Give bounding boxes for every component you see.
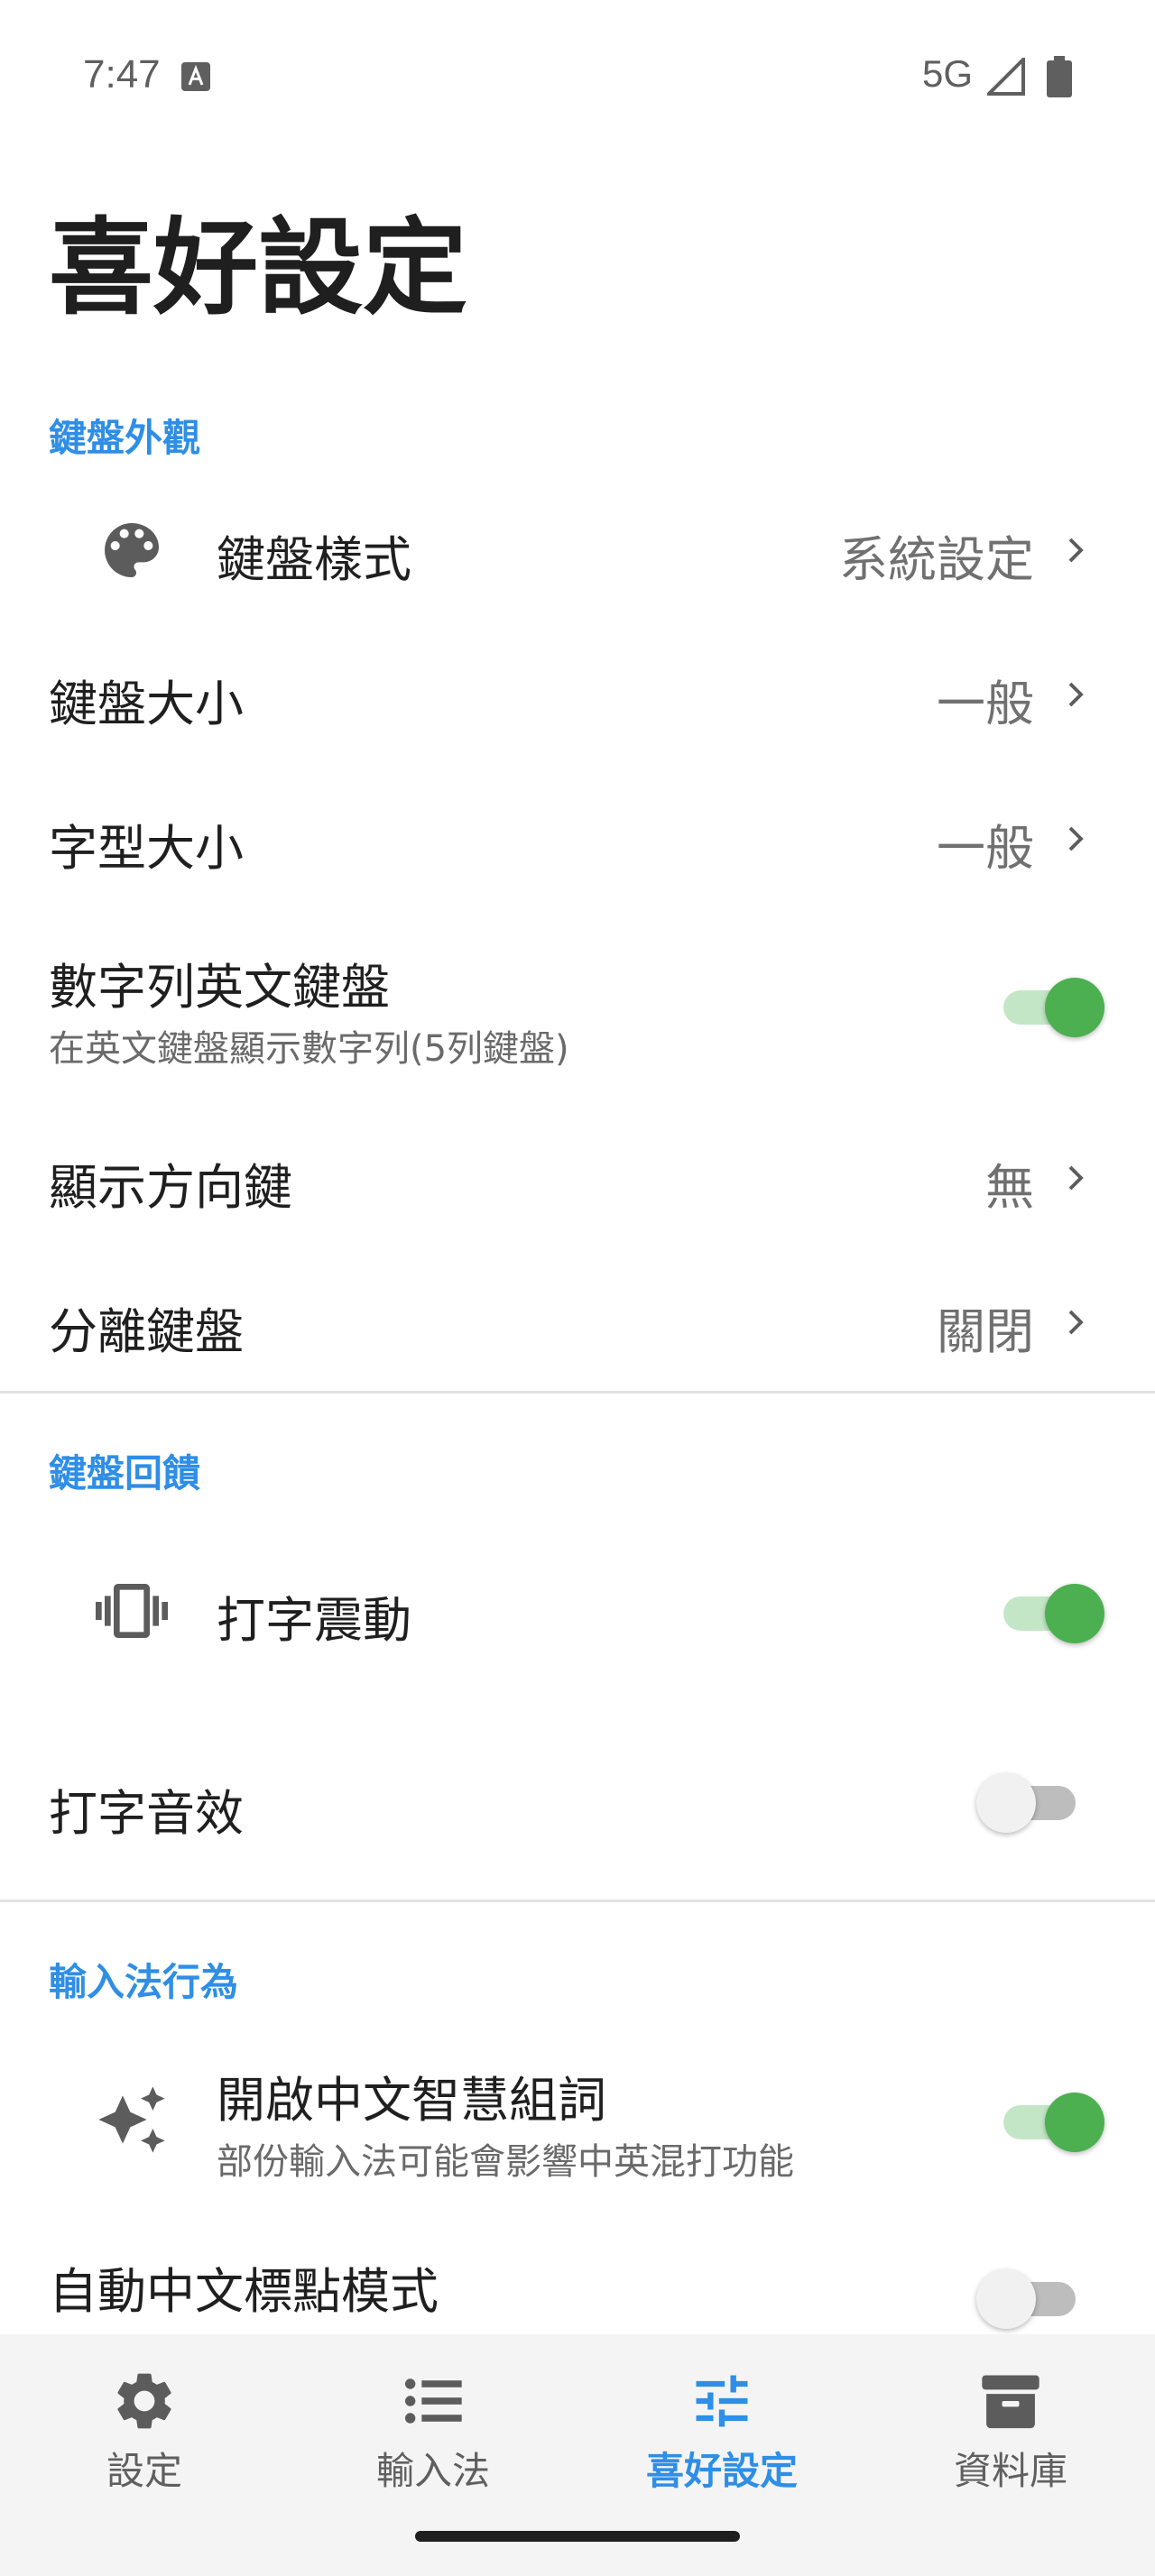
keyboard-size-value: 一般: [937, 676, 1034, 732]
smart-phrase-title: 開啟中文智慧組詞: [217, 2072, 606, 2129]
gear-icon: [117, 2373, 171, 2429]
nav-label: 輸入法: [375, 2449, 490, 2493]
smart-phrase-toggle[interactable]: [994, 2084, 1104, 2156]
battery-icon: [1047, 56, 1072, 97]
nav-item-preferences[interactable]: 喜好設定: [578, 2334, 866, 2542]
keyboard-style-title: 鍵盤樣式: [217, 531, 411, 588]
typing-vibration-row[interactable]: 打字震動: [0, 1539, 1155, 1683]
nav-item-input-methods[interactable]: 輸入法: [289, 2334, 578, 2542]
sliders-icon: [696, 2375, 748, 2427]
section-divider: [0, 1391, 1155, 1394]
nav-label: 資料庫: [953, 2449, 1067, 2493]
typing-vibration-toggle[interactable]: [994, 1575, 1104, 1647]
keyboard-size-title: 鍵盤大小: [49, 676, 244, 732]
split-keyboard-value: 關閉: [937, 1303, 1034, 1360]
split-keyboard-title: 分離鍵盤: [49, 1303, 244, 1360]
chevron-right-icon: [1068, 538, 1084, 563]
auto-punctuation-row[interactable]: 自動中文標點模式: [0, 2228, 1155, 2334]
chevron-right-icon: [1068, 1165, 1084, 1191]
arrow-keys-value: 無: [985, 1159, 1034, 1216]
toggle-thumb: [976, 2269, 1036, 2329]
smart-phrase-row[interactable]: 開啟中文智慧組詞 部份輸入法可能會影響中英混打功能: [0, 2033, 1155, 2213]
keyboard-style-row[interactable]: 鍵盤樣式 系統設定: [0, 487, 1155, 613]
keyboard-notification-icon: [181, 62, 210, 91]
typing-sound-row[interactable]: 打字音效: [0, 1732, 1155, 1876]
nav-label: 喜好設定: [645, 2449, 798, 2493]
arrow-keys-title: 顯示方向鍵: [49, 1159, 292, 1216]
status-time: 7:47: [83, 52, 161, 97]
toggle-thumb: [1045, 978, 1104, 1037]
arrow-keys-row[interactable]: 顯示方向鍵 無: [0, 1115, 1155, 1241]
nav-item-database[interactable]: 資料庫: [866, 2334, 1155, 2542]
auto-punctuation-toggle[interactable]: [976, 2260, 1085, 2332]
keyboard-style-value: 系統設定: [839, 531, 1034, 588]
number-row-toggle[interactable]: [994, 969, 1104, 1041]
smart-phrase-subtitle: 部份輸入法可能會影響中英混打功能: [217, 2141, 794, 2183]
vibration-icon: [96, 1584, 168, 1638]
font-size-title: 字型大小: [49, 820, 244, 877]
section-divider: [0, 1900, 1155, 1902]
auto-punctuation-title: 自動中文標點模式: [49, 2263, 439, 2320]
archive-icon: [982, 2375, 1040, 2429]
page-title: 喜好設定: [49, 207, 467, 329]
font-size-row[interactable]: 字型大小 一般: [0, 776, 1155, 902]
section-header-behavior: 輸入法行為: [49, 1960, 239, 2004]
toggle-thumb: [1045, 1584, 1104, 1643]
keyboard-size-row[interactable]: 鍵盤大小 一般: [0, 631, 1155, 758]
section-header-appearance: 鍵盤外觀: [49, 416, 201, 460]
toggle-thumb: [976, 1773, 1036, 1833]
list-icon: [404, 2378, 462, 2424]
nav-label: 設定: [106, 2449, 182, 2493]
typing-sound-title: 打字音效: [49, 1785, 244, 1842]
chevron-right-icon: [1068, 682, 1084, 707]
home-indicator[interactable]: [415, 2531, 740, 2542]
number-row-keyboard-row[interactable]: 數字列英文鍵盤 在英文鍵盤顯示數字列(5列鍵盤): [0, 920, 1155, 1100]
number-row-title: 數字列英文鍵盤: [49, 959, 390, 1016]
network-type: 5G: [922, 52, 974, 95]
sparkle-icon: [98, 2086, 165, 2153]
split-keyboard-row[interactable]: 分離鍵盤 關閉: [0, 1259, 1155, 1385]
chevron-right-icon: [1068, 826, 1084, 851]
status-bar: 7:47 5G: [0, 0, 1155, 153]
typing-vibration-title: 打字震動: [217, 1592, 411, 1649]
chevron-right-icon: [1068, 1310, 1084, 1335]
toggle-thumb: [1045, 2093, 1104, 2152]
font-size-value: 一般: [937, 820, 1034, 877]
nav-item-settings[interactable]: 設定: [0, 2334, 289, 2542]
palette-icon: [105, 523, 159, 577]
number-row-subtitle: 在英文鍵盤顯示數字列(5列鍵盤): [49, 1028, 569, 1070]
typing-sound-toggle[interactable]: [976, 1764, 1085, 1836]
section-header-feedback: 鍵盤回饋: [49, 1451, 201, 1495]
signal-icon: [987, 58, 1025, 96]
